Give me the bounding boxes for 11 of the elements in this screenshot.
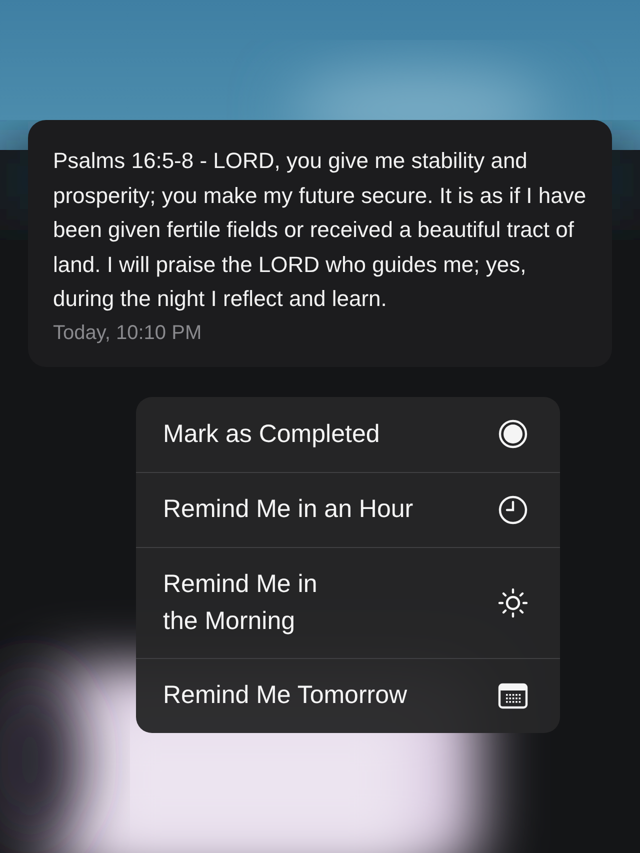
menu-item[interactable]: Remind Me Tomorrow bbox=[136, 658, 560, 732]
notification-time: Today, 10:10 PM bbox=[53, 320, 203, 346]
menu-item[interactable]: Mark as Completed bbox=[136, 396, 560, 472]
menu-item[interactable]: Remind Me in the Morning bbox=[136, 546, 560, 658]
notification-card[interactable] bbox=[28, 120, 612, 366]
menu-item[interactable]: Remind Me in an Hour bbox=[136, 472, 560, 546]
clock-icon bbox=[498, 494, 528, 524]
sun-icon bbox=[498, 588, 528, 618]
notification-message: Psalms 16:5-8 - LORD, you give me stability and prosperity; you make my future secure. It is as if I have been given fertile fields or received a beautiful tract of land. I will praise the LORD who guides me; yes, during the night I reflect and learn. bbox=[53, 147, 588, 313]
circle-icon bbox=[498, 419, 528, 449]
calendar-icon bbox=[498, 682, 528, 708]
